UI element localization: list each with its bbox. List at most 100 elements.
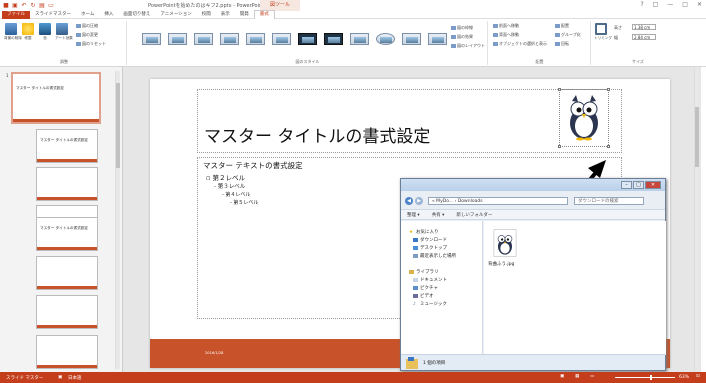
minimize-icon[interactable]: – xyxy=(621,181,632,189)
width-input[interactable]: 2.84 cm xyxy=(632,34,656,40)
close-icon[interactable]: ✕ xyxy=(645,181,661,189)
print-icon[interactable]: ▤ xyxy=(39,2,45,9)
redo-icon[interactable]: ↻ xyxy=(30,2,36,9)
crop-button[interactable]: トリミング xyxy=(594,23,612,40)
nav-favorites[interactable]: ★ お気に入り xyxy=(409,229,439,235)
picture-style-5[interactable] xyxy=(246,33,265,45)
slide-title[interactable]: マスター タイトルの書式設定 xyxy=(204,122,430,147)
thumbnails-scrollbar[interactable] xyxy=(115,71,120,369)
body-level-4[interactable]: - 第４レベル xyxy=(222,191,250,198)
back-icon[interactable]: ◀ xyxy=(405,196,413,205)
slideshow-icon[interactable]: ▭ xyxy=(590,374,594,379)
body-level-1[interactable]: マスター テキストの書式設定 xyxy=(203,160,303,171)
share-button[interactable]: 共有 ▾ xyxy=(432,212,445,218)
maximize-icon[interactable]: □ xyxy=(682,1,688,8)
picture-style-12[interactable] xyxy=(428,33,447,45)
new-folder-button[interactable]: 新しいフォルダー xyxy=(456,212,492,218)
body-level-3[interactable]: - 第３レベル xyxy=(214,182,245,190)
tab-file[interactable]: ファイル xyxy=(2,10,30,19)
corrections-button[interactable]: 修整 xyxy=(21,23,35,40)
thumbnail-layout-1[interactable]: マスター タイトルの書式設定 xyxy=(36,129,98,163)
tab-home[interactable]: ホーム xyxy=(76,11,99,19)
reset-picture-button[interactable]: 図のリセット xyxy=(76,41,106,47)
nav-downloads[interactable]: ダウンロード xyxy=(413,237,447,243)
zoom-slider[interactable] xyxy=(615,377,675,378)
picture-border-button[interactable]: 図の枠線 xyxy=(451,25,473,31)
tab-slide-master[interactable]: スライドマスター xyxy=(30,11,76,19)
nav-recent[interactable]: 最近表示した場所 xyxy=(413,253,456,259)
thumbnail-layout-2[interactable] xyxy=(36,167,98,201)
picture-style-7[interactable] xyxy=(298,33,317,45)
undo-icon[interactable]: ↶ xyxy=(21,2,27,9)
picture-style-6[interactable] xyxy=(272,33,291,45)
nav-libraries[interactable]: ライブラリ xyxy=(409,269,439,275)
organize-button[interactable]: 整理 ▾ xyxy=(407,212,420,218)
tab-format[interactable]: 書式 xyxy=(253,10,275,19)
normal-view-icon[interactable]: ▣ xyxy=(560,374,564,379)
help-icon[interactable]: ? xyxy=(640,1,643,8)
picture-layout-button[interactable]: 図のレイアウト xyxy=(451,43,485,49)
zoom-level[interactable]: 63% xyxy=(679,375,689,380)
compress-pictures-button[interactable]: 図の圧縮 xyxy=(76,23,98,29)
thumbnail-layout-5[interactable] xyxy=(36,256,98,290)
start-icon[interactable]: ▭ xyxy=(48,2,54,9)
ribbon-display-icon[interactable]: □ xyxy=(653,1,659,8)
canvas-scrollbar[interactable] xyxy=(694,67,699,372)
language-label[interactable]: 日本語 xyxy=(68,375,82,381)
height-input[interactable]: 1.38 cm xyxy=(632,24,656,30)
file-name[interactable]: 背曲ふう.jpg xyxy=(488,261,514,267)
address-box[interactable]: « MyDo... › Downloads xyxy=(428,196,568,205)
tab-view[interactable]: 表示 xyxy=(216,11,235,19)
color-button[interactable]: 色 xyxy=(38,23,52,40)
change-picture-button[interactable]: 図の変更 xyxy=(76,32,98,38)
resize-handle[interactable] xyxy=(607,145,610,148)
nav-music[interactable]: ♪ ミュージック xyxy=(413,301,447,307)
footer-date[interactable]: 2016/1/28 xyxy=(205,351,223,355)
maximize-icon[interactable]: □ xyxy=(633,181,644,189)
close-icon[interactable]: ✕ xyxy=(697,1,702,8)
sorter-view-icon[interactable]: ▦ xyxy=(575,374,579,379)
body-level-5[interactable]: - 第５レベル xyxy=(230,199,258,206)
picture-style-11[interactable] xyxy=(402,33,421,45)
nav-documents[interactable]: ドキュメント xyxy=(413,277,447,283)
tab-review[interactable]: 校閲 xyxy=(197,11,216,19)
resize-handle[interactable] xyxy=(558,145,561,148)
thumbnail-layout-4[interactable]: マスター タイトルの書式設定 xyxy=(36,217,98,251)
rotate-button[interactable]: 回転 xyxy=(555,41,569,47)
picture-style-10[interactable] xyxy=(376,33,395,45)
search-box[interactable]: ダウンロードの検索 xyxy=(574,196,644,205)
thumbnail-layout-6[interactable] xyxy=(36,295,98,329)
forward-icon[interactable]: ▶ xyxy=(415,196,423,205)
zoom-slider-thumb[interactable] xyxy=(650,375,652,380)
thumbnail-master[interactable]: マスター タイトルの書式設定 xyxy=(11,72,101,124)
tab-animations[interactable]: アニメーション xyxy=(155,11,196,19)
tab-transitions[interactable]: 画面切り替え xyxy=(118,11,155,19)
thumbnail-layout-7[interactable] xyxy=(36,335,98,369)
tab-developer[interactable]: 開発 xyxy=(235,11,254,19)
remove-background-button[interactable]: 背景の削除 xyxy=(4,23,22,40)
tab-insert[interactable]: 挿入 xyxy=(99,11,118,19)
bring-forward-button[interactable]: 前面へ移動 xyxy=(493,23,519,29)
artistic-effects-button[interactable]: アート効果 xyxy=(55,23,73,40)
thumbnails-scroll-thumb[interactable] xyxy=(116,83,120,168)
align-button[interactable]: 配置 xyxy=(555,23,569,29)
picture-style-3[interactable] xyxy=(194,33,213,45)
resize-handle[interactable] xyxy=(607,88,610,91)
nav-videos[interactable]: ビデオ xyxy=(413,293,434,299)
owl-picture[interactable] xyxy=(564,93,604,141)
picture-style-1[interactable] xyxy=(142,33,161,45)
selection-pane-button[interactable]: オブジェクトの選択と表示 xyxy=(493,41,547,47)
fit-slide-icon[interactable]: ⊡ xyxy=(696,374,700,379)
picture-style-2[interactable] xyxy=(168,33,187,45)
picture-style-9[interactable] xyxy=(350,33,369,45)
resize-handle[interactable] xyxy=(558,88,561,91)
nav-desktop[interactable]: デスクトップ xyxy=(413,245,447,251)
picture-style-4[interactable] xyxy=(220,33,239,45)
send-backward-button[interactable]: 背面へ移動 xyxy=(493,32,519,38)
picture-effects-button[interactable]: 図の効果 xyxy=(451,34,473,40)
minimize-icon[interactable]: — xyxy=(667,1,673,8)
body-level-2[interactable]: ▫ 第２レベル xyxy=(206,172,245,182)
save-icon[interactable]: ▣ xyxy=(12,2,18,9)
nav-pictures[interactable]: ピクチャ xyxy=(413,285,438,291)
canvas-scroll-thumb[interactable] xyxy=(695,107,699,167)
